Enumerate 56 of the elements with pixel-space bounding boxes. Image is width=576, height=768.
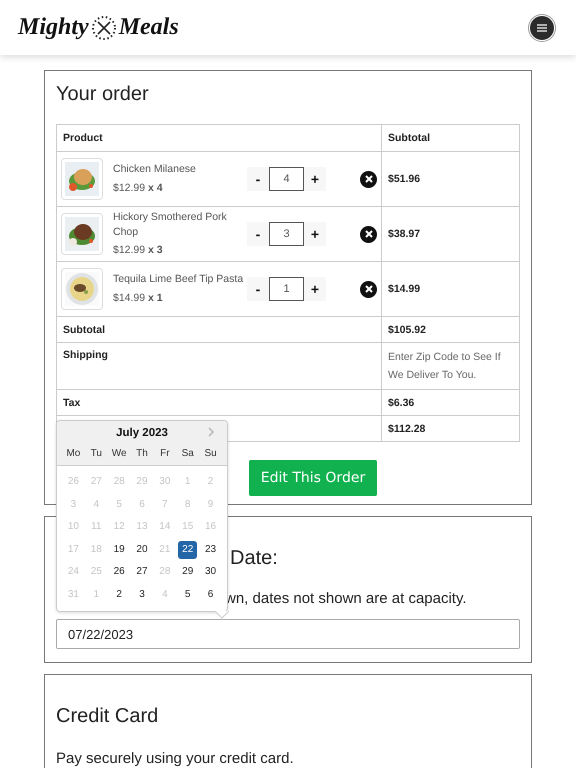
total-value: $112.28 — [388, 422, 426, 434]
calendar-day[interactable]: 30 — [201, 563, 220, 582]
menu-icon — [537, 24, 547, 32]
menu-button[interactable] — [529, 14, 555, 40]
remove-button[interactable] — [360, 226, 377, 242]
calendar-day[interactable]: 6 — [201, 586, 220, 604]
weekday-label: Th — [135, 447, 149, 461]
column-header: Subtotal — [382, 124, 520, 152]
edit-order-button[interactable]: Edit This Order — [248, 460, 378, 496]
quantity-field[interactable]: 4 — [269, 167, 304, 191]
card-title: Date: — [230, 547, 278, 570]
calendar-day[interactable]: 19 — [110, 540, 129, 559]
product-price: $12.99 x 3 — [113, 243, 164, 258]
calendar-day[interactable]: 5 — [178, 586, 198, 604]
calendar-day[interactable]: 3 — [132, 586, 152, 604]
card-title: Credit Card — [56, 705, 160, 728]
total-label: Subtotal — [63, 324, 105, 336]
close-icon — [364, 285, 372, 293]
weekday-label: Fr — [159, 447, 171, 461]
product-name: Chicken Milanese — [113, 162, 197, 178]
weekday-label: We — [110, 447, 128, 461]
weekday-label: Tu — [90, 447, 103, 461]
calendar-day[interactable]: 27 — [132, 563, 152, 582]
total-value: Enter Zip Code to See If We Deliver To You. — [388, 350, 502, 383]
product-name: Tequila Lime Beef Tip Pasta — [113, 272, 244, 288]
weekday-label: Mo — [65, 447, 82, 461]
calendar-day[interactable]: 26 — [110, 563, 129, 582]
card-title: Your order — [56, 83, 150, 106]
calendar-day[interactable]: 22 — [178, 540, 198, 559]
month-label: July 2023 — [116, 427, 168, 441]
remove-button[interactable] — [360, 170, 377, 188]
quantity-field[interactable]: 1 — [269, 277, 304, 301]
logo-text[interactable]: Meals — [118, 14, 179, 41]
total-value: $6.36 — [388, 396, 414, 408]
quantity-field[interactable]: 3 — [269, 222, 304, 246]
payment-note: Pay securely using your credit card. — [56, 750, 295, 767]
calendar-day[interactable]: 20 — [132, 540, 152, 559]
calendar-day[interactable]: 23 — [201, 540, 220, 559]
remove-button[interactable] — [360, 280, 377, 298]
weekday-label: Su — [203, 447, 218, 461]
total-value: $105.92 — [388, 324, 426, 336]
close-icon — [364, 175, 372, 183]
logo-text[interactable]: Mighty — [18, 14, 89, 41]
close-icon — [364, 230, 372, 238]
date-field[interactable]: 07/22/2023 — [56, 619, 520, 649]
subtotal-amount: $14.99 — [388, 283, 420, 295]
subtotal-amount: $38.97 — [388, 228, 420, 240]
weekday-label: Sa — [180, 447, 195, 461]
subtotal-amount: $51.96 — [388, 173, 420, 185]
column-header: Product — [56, 124, 382, 152]
total-label: Tax — [63, 396, 80, 408]
calendar-day[interactable]: 29 — [178, 563, 198, 582]
calendar-day[interactable]: 2 — [110, 586, 129, 604]
product-price: $14.99 x 1 — [113, 290, 164, 306]
total-label: Shipping — [63, 349, 108, 361]
product-price: $12.99 x 4 — [113, 180, 164, 196]
